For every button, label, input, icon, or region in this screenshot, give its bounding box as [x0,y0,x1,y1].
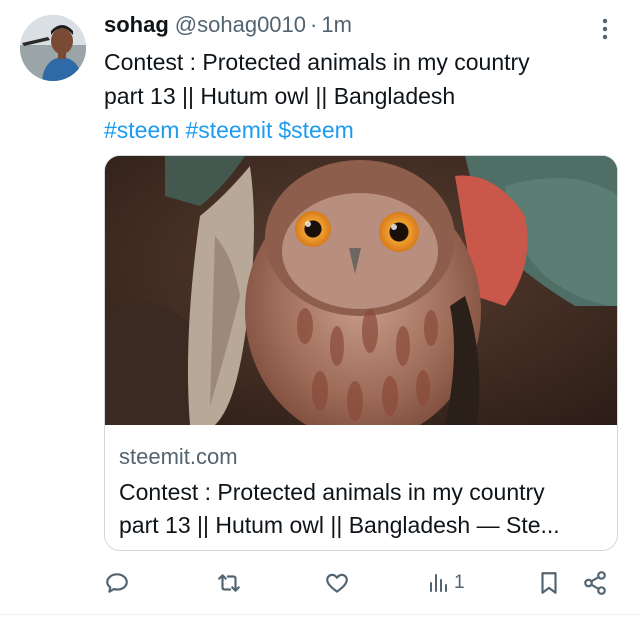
retweet-icon [215,570,243,596]
action-bar: 1 [104,566,614,600]
tweet-header: sohag @sohag0010 · 1m [104,12,352,42]
reply-icon [104,570,130,596]
hashtag-steem[interactable]: #steem [104,117,179,143]
card-domain[interactable]: steemit.com [119,444,238,470]
timestamp[interactable]: 1m [321,12,352,38]
hashtag-steemit[interactable]: #steemit [185,117,272,143]
card-title-line: part 13 || Hutum owl || Bangladesh — Ste… [119,512,560,538]
bookmark-icon [538,570,560,596]
avatar[interactable] [20,15,86,81]
retweet-button[interactable] [215,566,243,600]
hashtags: #steem #steemit $steem [104,113,360,147]
card-title[interactable]: Contest : Protected animals in my countr… [119,476,605,542]
tweet[interactable]: sohag @sohag0010 · 1m Contest : Protecte… [0,0,640,618]
card-title-line: Contest : Protected animals in my countr… [119,479,545,505]
more-options-icon[interactable] [596,16,614,42]
link-card[interactable]: steemit.com Contest : Protected animals … [104,155,618,551]
author-handle[interactable]: @sohag0010 [175,12,306,38]
divider [0,614,640,615]
bookmark-button[interactable] [538,566,560,600]
reply-button[interactable] [104,566,130,600]
views-icon [428,571,450,595]
tweet-text-line: part 13 || Hutum owl || Bangladesh [104,83,456,109]
like-button[interactable] [324,566,350,600]
tweet-text: Contest : Protected animals in my countr… [104,45,604,113]
views-count: 1 [454,572,465,593]
share-icon [582,570,608,596]
tweet-text-line: Contest : Protected animals in my countr… [104,49,530,75]
card-image[interactable] [105,156,617,425]
author-name[interactable]: sohag [104,12,169,38]
views-button[interactable]: 1 [428,566,465,600]
separator: · [310,12,318,37]
like-icon [324,570,350,596]
share-button[interactable] [582,566,608,600]
cashtag-steem[interactable]: $steem [278,117,353,143]
